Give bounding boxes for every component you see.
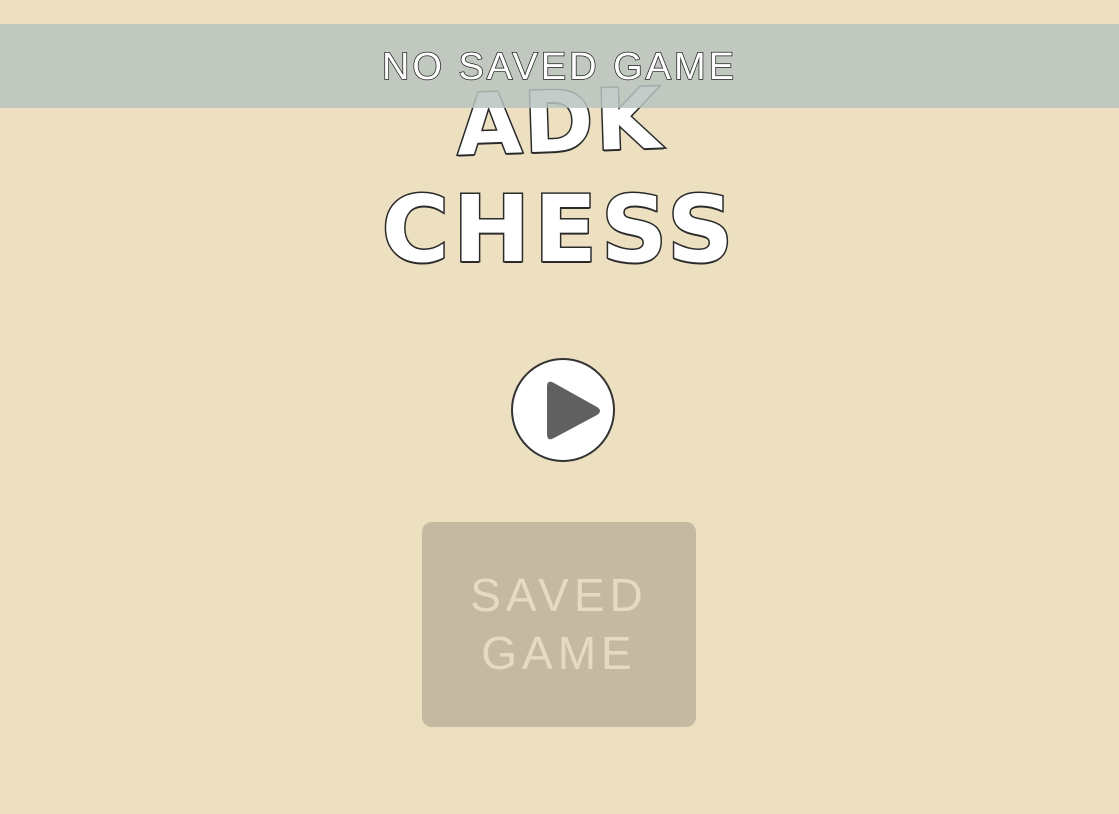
play-button[interactable] [511, 358, 615, 462]
toast-message: NO SAVED GAME [381, 45, 738, 89]
main-menu-screen: ADK CHESS NO SAVED GAME SAVED GAME [0, 0, 1119, 814]
play-icon [547, 381, 600, 440]
saved-game-label-line-2: GAME [481, 627, 637, 679]
logo-title-line-2: CHESS [380, 176, 738, 283]
saved-game-button[interactable]: SAVED GAME [422, 522, 696, 727]
saved-game-label-line-1: SAVED [470, 569, 648, 621]
